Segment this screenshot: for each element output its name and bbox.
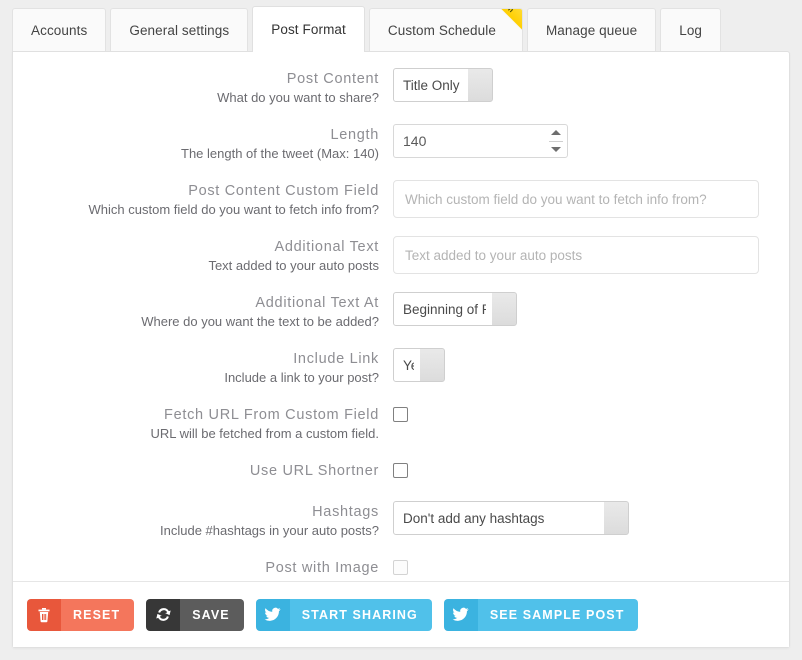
- additional-text-at-select[interactable]: Beginning of Post: [393, 292, 517, 326]
- field-label-group: Post with Image Check if you want to add…: [31, 557, 393, 581]
- settings-page: Accounts General settings Post Format Cu…: [0, 0, 802, 660]
- field-row-fetch-url: Fetch URL From Custom Field URL will be …: [31, 404, 771, 442]
- field-control: [393, 124, 771, 158]
- include-link-description: Include a link to your post?: [224, 370, 379, 385]
- twitter-icon: [443, 598, 478, 631]
- tab-manage-queue[interactable]: Manage queue: [526, 8, 657, 52]
- field-control: Yes: [393, 348, 771, 382]
- url-shortner-label: Use URL Shortner: [249, 463, 379, 479]
- reset-button[interactable]: RESET: [27, 598, 135, 631]
- post-content-description: What do you want to share?: [217, 90, 379, 105]
- field-row-additional-text: Additional Text Text added to your auto …: [31, 236, 771, 274]
- tab-label: Custom Schedule: [387, 23, 496, 38]
- custom-field-input[interactable]: [393, 180, 759, 218]
- post-with-image-label: Post with Image: [265, 560, 379, 576]
- tab-label: Log: [679, 23, 703, 38]
- field-control: [393, 180, 771, 218]
- include-link-label: Include Link: [293, 351, 379, 367]
- tab-bar: Accounts General settings Post Format Cu…: [0, 0, 802, 52]
- settings-form: Post Content What do you want to share? …: [13, 52, 789, 581]
- tab-label: Manage queue: [545, 23, 638, 38]
- length-label: Length: [330, 127, 379, 143]
- additional-text-description: Text added to your auto posts: [208, 258, 379, 273]
- field-control: Title Only: [393, 68, 771, 102]
- field-row-length: Length The length of the tweet (Max: 140…: [31, 124, 771, 162]
- start-sharing-button-label: START SHARING: [289, 598, 432, 631]
- tab-label: Post Format: [271, 22, 346, 37]
- custom-field-description: Which custom field do you want to fetch …: [88, 202, 379, 217]
- action-bar: RESET SAVE START SHARING SEE SAMPLE POST: [13, 581, 789, 647]
- stepper-divider: [549, 140, 563, 142]
- stepper-up-icon[interactable]: [551, 130, 561, 135]
- tab-log[interactable]: Log: [660, 8, 722, 52]
- twitter-icon: [255, 598, 290, 631]
- fetch-url-checkbox[interactable]: [393, 407, 408, 422]
- hashtags-label: Hashtags: [312, 504, 379, 520]
- field-control: Don't add any hashtags: [393, 501, 771, 535]
- field-control: [393, 236, 771, 274]
- field-label-group: Length The length of the tweet (Max: 140…: [31, 124, 393, 162]
- additional-text-label: Additional Text: [274, 239, 379, 255]
- post-format-panel: Post Content What do you want to share? …: [12, 51, 790, 648]
- field-row-additional-text-at: Additional Text At Where do you want the…: [31, 292, 771, 330]
- save-button-label: SAVE: [180, 598, 244, 631]
- field-row-custom-field: Post Content Custom Field Which custom f…: [31, 180, 771, 218]
- see-sample-post-button[interactable]: SEE SAMPLE POST: [443, 598, 639, 631]
- field-control: This is only available in the PRO versio…: [393, 557, 771, 581]
- additional-text-at-label: Additional Text At: [255, 295, 379, 311]
- tab-general-settings[interactable]: General settings: [110, 8, 249, 52]
- field-label-group: Post Content What do you want to share?: [31, 68, 393, 106]
- see-sample-post-button-label: SEE SAMPLE POST: [477, 598, 639, 631]
- stepper-down-icon[interactable]: [551, 147, 561, 152]
- field-row-include-link: Include Link Include a link to your post…: [31, 348, 771, 386]
- fetch-url-description: URL will be fetched from a custom field.: [150, 426, 379, 441]
- trash-icon: [27, 598, 61, 631]
- custom-field-label: Post Content Custom Field: [188, 183, 379, 199]
- field-row-post-with-image: Post with Image Check if you want to add…: [31, 557, 771, 581]
- tab-accounts[interactable]: Accounts: [12, 8, 107, 52]
- hashtags-select[interactable]: Don't add any hashtags: [393, 501, 629, 535]
- field-control: [393, 460, 771, 483]
- length-number-input-wrap: [393, 124, 568, 158]
- post-with-image-checkbox: [393, 560, 408, 575]
- number-stepper[interactable]: [549, 129, 563, 153]
- field-label-group: Additional Text At Where do you want the…: [31, 292, 393, 330]
- field-control: Beginning of Post: [393, 292, 771, 326]
- field-control: [393, 404, 771, 427]
- tab-post-format[interactable]: Post Format: [252, 6, 365, 52]
- additional-text-at-description: Where do you want the text to be added?: [141, 314, 379, 329]
- field-row-url-shortner: Use URL Shortner: [31, 460, 771, 483]
- tab-label: Accounts: [31, 23, 88, 38]
- field-label-group: Use URL Shortner: [31, 460, 393, 481]
- tab-custom-schedule[interactable]: Custom Schedule PRO version: [368, 8, 523, 52]
- refresh-icon: [146, 598, 181, 631]
- additional-text-input[interactable]: [393, 236, 759, 274]
- tab-label: General settings: [129, 23, 230, 38]
- save-button[interactable]: SAVE: [146, 598, 244, 631]
- hashtags-description: Include #hashtags in your auto posts?: [160, 523, 379, 538]
- length-description: The length of the tweet (Max: 140): [181, 146, 379, 161]
- field-row-post-content: Post Content What do you want to share? …: [31, 68, 771, 106]
- post-content-label: Post Content: [286, 71, 379, 87]
- field-label-group: Fetch URL From Custom Field URL will be …: [31, 404, 393, 442]
- field-label-group: Include Link Include a link to your post…: [31, 348, 393, 386]
- field-row-hashtags: Hashtags Include #hashtags in your auto …: [31, 501, 771, 539]
- length-input[interactable]: [393, 124, 568, 158]
- include-link-select[interactable]: Yes: [393, 348, 445, 382]
- field-label-group: Hashtags Include #hashtags in your auto …: [31, 501, 393, 539]
- start-sharing-button[interactable]: START SHARING: [255, 598, 432, 631]
- url-shortner-checkbox[interactable]: [393, 463, 408, 478]
- reset-button-label: RESET: [61, 598, 135, 631]
- field-label-group: Post Content Custom Field Which custom f…: [31, 180, 393, 218]
- field-label-group: Additional Text Text added to your auto …: [31, 236, 393, 274]
- fetch-url-label: Fetch URL From Custom Field: [164, 407, 379, 423]
- post-content-select[interactable]: Title Only: [393, 68, 493, 102]
